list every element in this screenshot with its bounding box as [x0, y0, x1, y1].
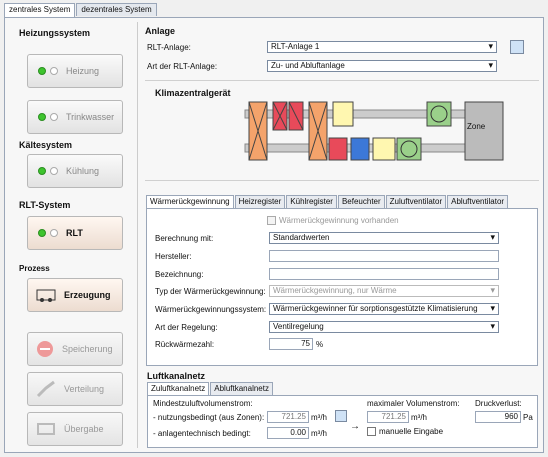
- manuelle-label: manuelle Eingabe: [379, 427, 444, 436]
- status-led-icon: [38, 113, 46, 121]
- rlt-button[interactable]: RLT: [27, 216, 123, 250]
- tab-zuluftventilator[interactable]: Zuluftventilator: [385, 195, 447, 208]
- speicherung-button[interactable]: Speicherung: [27, 332, 123, 366]
- art-rlt-label: Art der RLT-Anlage:: [147, 62, 218, 71]
- checkbox-label: Wärmerückgewinnung vorhanden: [279, 216, 399, 225]
- zone-label: Zone: [467, 122, 486, 131]
- klimazentralgerat-diagram: [244, 101, 504, 161]
- tab-befeuchter[interactable]: Befeuchter: [337, 195, 385, 208]
- radio-icon: [50, 167, 58, 175]
- main-panel: Heizungssystem Heizung Trinkwasser Kälte…: [4, 17, 544, 453]
- heizung-label: Heizung: [66, 66, 100, 76]
- prozess-title: Prozess: [19, 264, 50, 273]
- tab-zuluftkanalnetz[interactable]: Zuluftkanalnetz: [147, 382, 210, 395]
- art-rlt-select[interactable]: Zu- und Abluftanlage: [267, 60, 497, 72]
- heizungssystem-title: Heizungssystem: [19, 28, 91, 38]
- wrg-system-label: Wärmerückgewinnungssystem:: [155, 305, 267, 314]
- verteilung-button[interactable]: Verteilung: [27, 372, 123, 406]
- typ-label: Typ der Wärmerückgewinnung:: [155, 287, 266, 296]
- klimazentralgerat-title: Klimazentralgerät: [155, 88, 231, 98]
- max-volumenstrom-label: maximaler Volumenstrom:: [367, 399, 460, 408]
- anlage-title: Anlage: [145, 26, 176, 36]
- tab-abluftkanalnetz[interactable]: Abluftkanalnetz: [210, 382, 273, 395]
- berechnung-select[interactable]: Standardwerten: [269, 232, 499, 244]
- ubergabe-label: Übergabe: [64, 424, 104, 434]
- druckverlust-unit: Pa: [523, 413, 533, 422]
- anlagentechnisch-field[interactable]: 0.00: [267, 427, 309, 439]
- tab-heizregister[interactable]: Heizregister: [234, 195, 286, 208]
- separator: [145, 180, 539, 181]
- wrg-vorhanden-checkbox[interactable]: Wärmerückgewinnung vorhanden: [267, 216, 399, 225]
- regelung-select[interactable]: Ventilregelung: [269, 321, 499, 333]
- boiler-icon: [36, 289, 56, 302]
- regelung-label: Art der Regelung:: [155, 323, 218, 332]
- mindest-label: Mindestzuluftvolumenstrom:: [153, 399, 253, 408]
- erzeugung-button[interactable]: Erzeugung: [27, 278, 123, 312]
- table-icon[interactable]: [335, 410, 347, 422]
- max-volumenstrom-field[interactable]: 721.25: [367, 411, 409, 423]
- nutzung-unit: m³/h: [311, 413, 327, 422]
- heizung-button[interactable]: Heizung: [27, 54, 123, 88]
- typ-select[interactable]: Wärmerückgewinnung, nur Wärme: [269, 285, 499, 297]
- radio-icon: [50, 229, 58, 237]
- radio-icon: [50, 113, 58, 121]
- separator: [145, 80, 539, 81]
- druckverlust-field[interactable]: 960: [475, 411, 521, 423]
- tab-warmeruckgewinnung[interactable]: Wärmerückgewinnung: [146, 195, 234, 208]
- kuhlung-button[interactable]: Kühlung: [27, 154, 123, 188]
- kaltesystem-title: Kältesystem: [19, 140, 73, 150]
- left-panel: Heizungssystem Heizung Trinkwasser Kälte…: [13, 28, 135, 448]
- hersteller-field[interactable]: [269, 250, 499, 262]
- rlt-label: RLT: [66, 228, 83, 238]
- table-icon[interactable]: [510, 40, 524, 54]
- hersteller-label: Hersteller:: [155, 252, 192, 261]
- tab-kuhlregister[interactable]: Kühlregister: [286, 195, 337, 208]
- kuhlung-label: Kühlung: [66, 166, 100, 176]
- checkbox-icon: [367, 427, 376, 436]
- druckverlust-label: Druckverlust:: [475, 399, 522, 408]
- rlt-system-title: RLT-System: [19, 200, 71, 210]
- vertical-divider: [137, 22, 138, 448]
- ubergabe-button[interactable]: Übergabe: [27, 412, 123, 446]
- bezeichnung-field[interactable]: [269, 268, 499, 280]
- manuelle-eingabe-checkbox[interactable]: manuelle Eingabe: [367, 427, 443, 436]
- status-led-icon: [38, 229, 46, 237]
- status-led-icon: [38, 67, 46, 75]
- nutzung-field[interactable]: 721.25: [267, 411, 309, 423]
- radio-icon: [50, 67, 58, 75]
- verteilung-label: Verteilung: [64, 384, 105, 394]
- tab-zentrales-system[interactable]: zentrales System: [4, 3, 76, 17]
- component-tabs: Wärmerückgewinnung Heizregister Kühlregi…: [146, 195, 509, 208]
- checkbox-icon: [267, 216, 276, 225]
- luftkanalnetz-title: Luftkanalnetz: [147, 371, 206, 381]
- max-volumenstrom-unit: m³/h: [411, 413, 427, 422]
- status-led-icon: [38, 167, 46, 175]
- radiator-icon: [37, 423, 55, 435]
- nutzung-label: - nutzungsbedingt (aus Zonen):: [153, 413, 265, 422]
- system-tabs: zentrales System dezentrales System: [4, 3, 158, 17]
- berechnung-label: Berechnung mit:: [155, 234, 214, 243]
- rlt-anlage-label: RLT-Anlage:: [147, 43, 191, 52]
- erzeugung-label: Erzeugung: [64, 290, 111, 300]
- stop-icon: [37, 341, 53, 357]
- luftkanal-tabs: Zuluftkanalnetz Abluftkanalnetz: [147, 382, 274, 395]
- arrow-right-icon: →: [350, 421, 360, 432]
- wrg-system-select[interactable]: Wärmerückgewinner für sorptionsgestützte…: [269, 303, 499, 315]
- ruckwarmezahl-unit: %: [316, 340, 324, 349]
- ruckwarmezahl-label: Rückwärmezahl:: [155, 340, 215, 349]
- trinkwasser-button[interactable]: Trinkwasser: [27, 100, 123, 134]
- pipe-icon: [36, 380, 55, 398]
- speicherung-label: Speicherung: [62, 344, 113, 354]
- anlagentechnisch-unit: m³/h: [311, 429, 327, 438]
- trinkwasser-label: Trinkwasser: [66, 112, 115, 122]
- anlagentechnisch-label: - anlagentechnisch bedingt:: [153, 429, 251, 438]
- ruckwarmezahl-field[interactable]: 75: [269, 338, 313, 350]
- rlt-anlage-select[interactable]: RLT-Anlage 1: [267, 41, 497, 53]
- tab-dezentrales-system[interactable]: dezentrales System: [76, 3, 157, 16]
- bezeichnung-label: Bezeichnung:: [155, 270, 204, 279]
- tab-abluftventilator[interactable]: Abluftventilator: [447, 195, 509, 208]
